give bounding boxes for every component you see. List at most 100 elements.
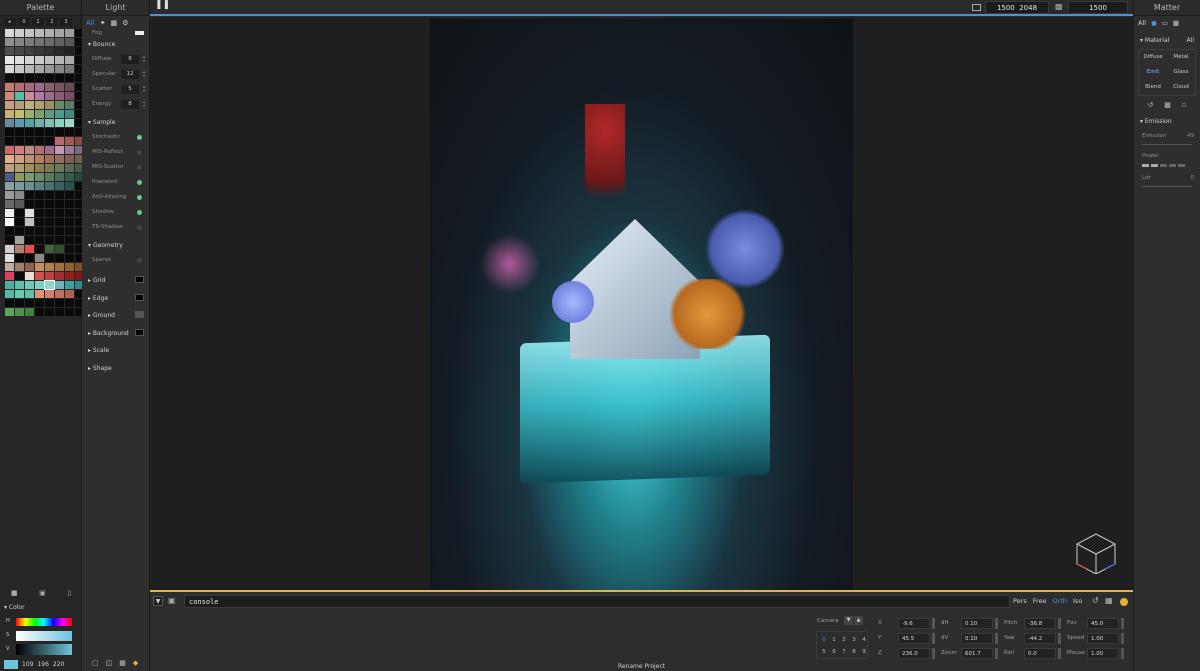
palette-swatch[interactable] [5, 101, 14, 109]
section-background[interactable]: ▸ Background [82, 325, 149, 343]
palette-swatch[interactable] [25, 164, 34, 172]
palette-swatch[interactable] [55, 74, 64, 82]
palette-swatch[interactable] [5, 200, 14, 208]
palette-swatch[interactable] [5, 299, 14, 307]
palette-swatch[interactable] [35, 200, 44, 208]
resolution-display[interactable]: 1500 2048 [985, 1, 1049, 14]
palette-swatch[interactable] [25, 92, 34, 100]
material-cloud[interactable]: Cloud [1167, 80, 1195, 95]
palette-tab-4[interactable]: 3 [60, 18, 72, 26]
palette-swatch[interactable] [55, 101, 64, 109]
bounce-value-input[interactable]: 8 [121, 55, 139, 64]
field-slider-handle[interactable] [932, 618, 935, 629]
palette-swatch[interactable] [15, 182, 24, 190]
palette-swatch[interactable] [55, 254, 64, 262]
material-metal[interactable]: Metal [1167, 50, 1195, 65]
palette-swatch[interactable] [25, 200, 34, 208]
palette-swatch[interactable] [65, 155, 74, 163]
palette-swatch[interactable] [45, 173, 54, 181]
material-glass[interactable]: Glass [1167, 65, 1195, 80]
palette-swatch[interactable] [45, 56, 54, 64]
palette-swatch[interactable] [45, 218, 54, 226]
material-diffuse[interactable]: Diffuse [1139, 50, 1167, 65]
mode-pers[interactable]: Pers [1013, 597, 1027, 605]
emission-slider[interactable] [1142, 144, 1192, 145]
palette-swatch[interactable] [65, 173, 74, 181]
palette-swatch[interactable] [5, 164, 14, 172]
palette-swatch[interactable] [65, 146, 74, 154]
chart-icon[interactable]: ▩ [111, 19, 118, 27]
palette-swatch[interactable] [5, 38, 14, 46]
palette-swatch[interactable] [55, 281, 64, 289]
palette-swatch[interactable] [45, 137, 54, 145]
palette-swatch[interactable] [45, 155, 54, 163]
palette-swatch[interactable] [5, 74, 14, 82]
palette-swatch[interactable] [35, 155, 44, 163]
view-cube[interactable] [1075, 532, 1117, 575]
palette-swatch[interactable] [45, 227, 54, 235]
collapse-icon[interactable]: ▼ [153, 596, 163, 606]
palette-swatch[interactable] [45, 245, 54, 253]
palette-swatch[interactable] [55, 29, 64, 37]
page-icon[interactable]: ◫ [106, 659, 113, 667]
field-slider-handle[interactable] [1058, 648, 1061, 659]
palette-swatch[interactable] [35, 65, 44, 73]
palette-swatch[interactable] [35, 128, 44, 136]
undo-icon[interactable]: ↺ [1147, 101, 1153, 109]
palette-swatch[interactable] [45, 92, 54, 100]
palette-swatch[interactable] [15, 110, 24, 118]
palette-swatch[interactable] [25, 227, 34, 235]
palette-swatch[interactable] [35, 173, 44, 181]
camera-slot[interactable]: 5 [819, 646, 829, 658]
palette-swatch[interactable] [45, 272, 54, 280]
sample-row[interactable]: Shadow [82, 205, 149, 220]
palette-swatch[interactable] [35, 218, 44, 226]
camera-slot[interactable]: 8 [849, 646, 859, 658]
palette-swatch[interactable] [45, 164, 54, 172]
globe-icon[interactable]: ● [1151, 19, 1157, 27]
sun-icon[interactable]: ✦ [100, 19, 106, 27]
palette-swatch[interactable] [35, 254, 44, 262]
console-input[interactable]: console [184, 595, 1010, 608]
palette-swatch[interactable] [25, 218, 34, 226]
palette-swatch[interactable] [5, 281, 14, 289]
palette-swatch[interactable] [45, 209, 54, 217]
grid-view-icon[interactable]: ▦ [119, 659, 126, 667]
camera-field-x[interactable]: -9.6 [898, 618, 930, 629]
palette-swatch[interactable] [5, 92, 14, 100]
palette-swatch[interactable] [15, 29, 24, 37]
palette-swatch[interactable] [35, 308, 44, 316]
palette-swatch[interactable] [65, 191, 74, 199]
palette-swatch[interactable] [35, 290, 44, 298]
sample-row[interactable]: Pixelated [82, 175, 149, 190]
palette-swatch[interactable] [15, 236, 24, 244]
palette-swatch[interactable] [15, 47, 24, 55]
sample-toggle[interactable] [137, 195, 142, 200]
palette-swatch[interactable] [55, 128, 64, 136]
palette-swatch[interactable] [65, 290, 74, 298]
mode-free[interactable]: Free [1033, 597, 1047, 605]
palette-swatch[interactable] [5, 155, 14, 163]
palette-swatch[interactable] [35, 236, 44, 244]
palette-swatch[interactable] [55, 155, 64, 163]
palette-swatch[interactable] [35, 263, 44, 271]
stepper-icon[interactable]: ▴ ▾ [143, 70, 145, 78]
palette-swatch[interactable] [45, 29, 54, 37]
saturation-slider[interactable] [16, 631, 72, 641]
tab-all[interactable]: All [86, 19, 95, 27]
palette-swatch[interactable] [65, 101, 74, 109]
palette-swatch[interactable] [15, 299, 24, 307]
palette-swatch[interactable] [15, 272, 24, 280]
palette-swatch[interactable] [35, 83, 44, 91]
field-slider-handle[interactable] [1058, 633, 1061, 644]
palette-swatch[interactable] [65, 119, 74, 127]
palette-swatch[interactable] [65, 29, 74, 37]
field-slider-handle[interactable] [1121, 618, 1124, 629]
palette-swatch[interactable] [15, 209, 24, 217]
power-step[interactable] [1178, 164, 1185, 167]
ldr-row[interactable]: Ldr 0 [1134, 171, 1200, 186]
palette-swatch[interactable] [45, 191, 54, 199]
palette-swatch[interactable] [55, 47, 64, 55]
palette-swatch[interactable] [55, 83, 64, 91]
palette-swatch[interactable] [35, 182, 44, 190]
